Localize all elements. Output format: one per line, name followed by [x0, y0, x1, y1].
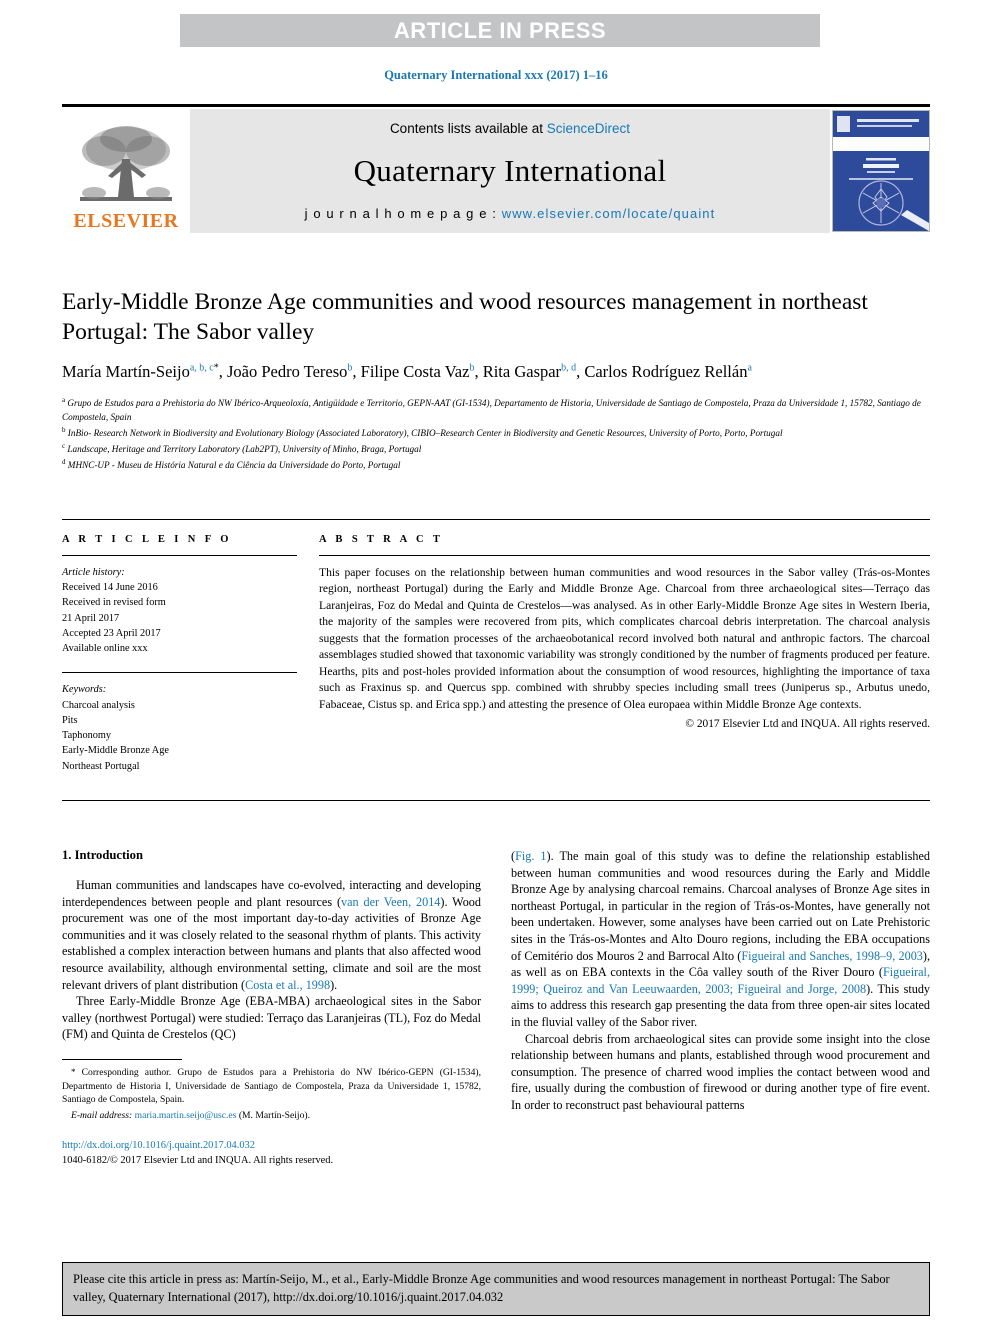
elsevier-logo: ELSEVIER: [62, 109, 190, 233]
footnote-divider: [62, 1058, 182, 1060]
info-band-top-rule: [62, 519, 930, 520]
title-area: Early-Middle Bronze Age communities and …: [62, 288, 930, 473]
info-band-bottom-rule: [62, 800, 930, 801]
journal-homepage-line: j o u r n a l h o m e p a g e : www.else…: [305, 206, 716, 221]
corresponding-author-marker: *: [213, 362, 219, 374]
body-columns: 1. Introduction Human communities and la…: [62, 848, 930, 1169]
affiliation-item: c Landscape, Heritage and Territory Labo…: [62, 441, 930, 457]
elsevier-tree-icon: [80, 126, 172, 201]
affiliation-item: d MHNC-UP - Museu de História Natural e …: [62, 457, 930, 473]
doi-block: http://dx.doi.org/10.1016/j.quaint.2017.…: [62, 1138, 481, 1168]
keywords-label: Keywords:: [62, 684, 107, 696]
journal-homepage-link[interactable]: www.elsevier.com/locate/quaint: [502, 206, 716, 221]
keyword-item: Pits: [62, 714, 78, 726]
cite-this-article-box: Please cite this article in press as: Ma…: [62, 1262, 930, 1317]
affiliation-mark: b: [62, 426, 66, 435]
author-affiliation-marks: a: [747, 362, 752, 374]
body-paragraph: (Fig. 1). The main goal of this study wa…: [511, 849, 931, 1029]
journal-title: Quaternary International: [353, 153, 667, 188]
inline-citation[interactable]: van der Veen, 2014: [341, 895, 440, 909]
inline-citation[interactable]: Figueiral, 1999; Queiroz and Van Leeuwaa…: [511, 965, 930, 996]
article-history-item: Accepted 23 April 2017: [62, 627, 161, 639]
abstract-column: A B S T R A C T This paper focuses on th…: [319, 534, 930, 774]
contents-prefix: Contents lists available at: [389, 121, 547, 136]
author-name: Filipe Costa Vaz: [360, 362, 470, 382]
abstract-text: This paper focuses on the relationship b…: [319, 566, 930, 711]
body-paragraph: Three Early-Middle Bronze Age (EBA-MBA) …: [62, 994, 481, 1042]
contents-line: Contents lists available at ScienceDirec…: [390, 121, 630, 136]
author-affiliation-marks: b: [469, 362, 475, 374]
abstract-rule: [319, 555, 930, 556]
issn-copyright-line: 1040-6182/© 2017 Elsevier Ltd and INQUA.…: [62, 1155, 334, 1167]
article-in-press-label: ARTICLE IN PRESS: [393, 17, 607, 43]
article-info-column: A R T I C L E I N F O Article history: R…: [62, 534, 297, 774]
abstract-copyright: © 2017 Elsevier Ltd and INQUA. All right…: [685, 718, 930, 731]
affiliation-mark: c: [62, 442, 66, 450]
body-column-right: (Fig. 1). The main goal of this study wa…: [511, 848, 930, 1169]
article-info-rule: [62, 555, 297, 556]
article-in-press-banner: ARTICLE IN PRESS: [180, 14, 820, 47]
author-name: María Martín-Seijo: [62, 362, 190, 382]
keywords-block: Keywords: Charcoal analysis Pits Taphono…: [62, 682, 297, 773]
affiliation-list: a Grupo de Estudos para a Prehistoria do…: [62, 395, 930, 472]
journal-masthead: ELSEVIER Contents lists available at Sci…: [62, 104, 930, 233]
body-paragraph: Charcoal debris from archaeological site…: [511, 1031, 930, 1112]
keyword-item: Taphonomy: [62, 730, 112, 742]
article-history-item: Received in revised form: [62, 597, 166, 609]
article-history-item: 21 April 2017: [62, 612, 120, 624]
email-link[interactable]: maria.martin.seijo@usc.es: [135, 1110, 237, 1121]
email-label: E-mail address:: [71, 1109, 133, 1121]
keyword-item: Charcoal analysis: [62, 699, 135, 711]
running-head: Quaternary International xxx (2017) 1–16: [384, 68, 608, 82]
author-affiliation-marks: a, b, c: [189, 362, 214, 374]
sciencedirect-link[interactable]: ScienceDirect: [547, 121, 630, 136]
keywords-rule: [62, 672, 297, 674]
keyword-item: Northeast Portugal: [62, 760, 140, 772]
author-name: João Pedro Tereso: [226, 362, 348, 382]
article-info-heading: A R T I C L E I N F O: [62, 534, 232, 545]
article-history-label: Article history:: [62, 567, 125, 578]
body-column-left: 1. Introduction Human communities and la…: [62, 848, 481, 1169]
affiliation-text: InBio- Research Network in Biodiversity …: [67, 428, 783, 439]
footnote-star-marker: *: [71, 1066, 76, 1077]
affiliation-item: a Grupo de Estudos para a Prehistoria do…: [62, 395, 930, 425]
author-affiliation-marks: b: [347, 362, 353, 374]
homepage-prefix: j o u r n a l h o m e p a g e :: [304, 206, 502, 221]
masthead-center: Contents lists available at ScienceDirec…: [190, 109, 830, 233]
info-abstract-band: A R T I C L E I N F O Article history: R…: [62, 534, 930, 774]
footnote-text: Corresponding author. Grupo de Estudos p…: [62, 1066, 481, 1106]
email-owner: (M. Martín-Seijo).: [238, 1109, 310, 1121]
author-name: Rita Gaspar: [482, 362, 562, 382]
body-paragraph: Human communities and landscapes have co…: [62, 878, 481, 992]
journal-cover-thumbnail: [832, 110, 930, 232]
affiliation-item: b InBio- Research Network in Biodiversit…: [62, 425, 930, 441]
author-affiliation-marks: b, d: [561, 362, 577, 374]
article-history-block: Article history: Received 14 June 2016 R…: [62, 565, 297, 656]
affiliation-text: Grupo de Estudos para a Prehistoria do N…: [62, 398, 921, 423]
inline-citation[interactable]: Figueiral and Sanches, 1998–9, 2003: [741, 949, 923, 963]
journal-cover-block: [830, 109, 930, 233]
affiliation-text: Landscape, Heritage and Territory Labora…: [67, 444, 422, 455]
journal-cover-image: [833, 111, 929, 231]
affiliation-text: MHNC-UP - Museu de História Natural e da…: [67, 459, 401, 470]
footnote-email-line: E-mail address: maria.martin.seijo@usc.e…: [62, 1109, 481, 1123]
elsevier-wordmark: ELSEVIER: [73, 210, 179, 232]
inline-citation[interactable]: Fig. 1: [515, 849, 546, 863]
author-list: María Martín-Seijoa, b, c*, João Pedro T…: [62, 362, 752, 382]
keyword-item: Early-Middle Bronze Age: [62, 745, 169, 757]
corresponding-author-footnote: * Corresponding author. Grupo de Estudos…: [62, 1066, 481, 1122]
author-name: Carlos Rodríguez Rellán: [584, 362, 748, 382]
article-history-item: Available online xxx: [62, 643, 148, 655]
section-heading-introduction: 1. Introduction: [62, 848, 143, 862]
page-title: Early-Middle Bronze Age communities and …: [62, 289, 868, 345]
inline-citation[interactable]: Costa et al., 1998: [245, 978, 330, 992]
affiliation-mark: d: [62, 457, 66, 466]
affiliation-mark: a: [62, 396, 66, 405]
article-history-item: Received 14 June 2016: [62, 582, 158, 594]
abstract-heading: A B S T R A C T: [319, 534, 444, 545]
doi-link[interactable]: http://dx.doi.org/10.1016/j.quaint.2017.…: [62, 1138, 481, 1153]
journal-article-page: ARTICLE IN PRESS Quaternary Internationa…: [0, 0, 992, 1323]
